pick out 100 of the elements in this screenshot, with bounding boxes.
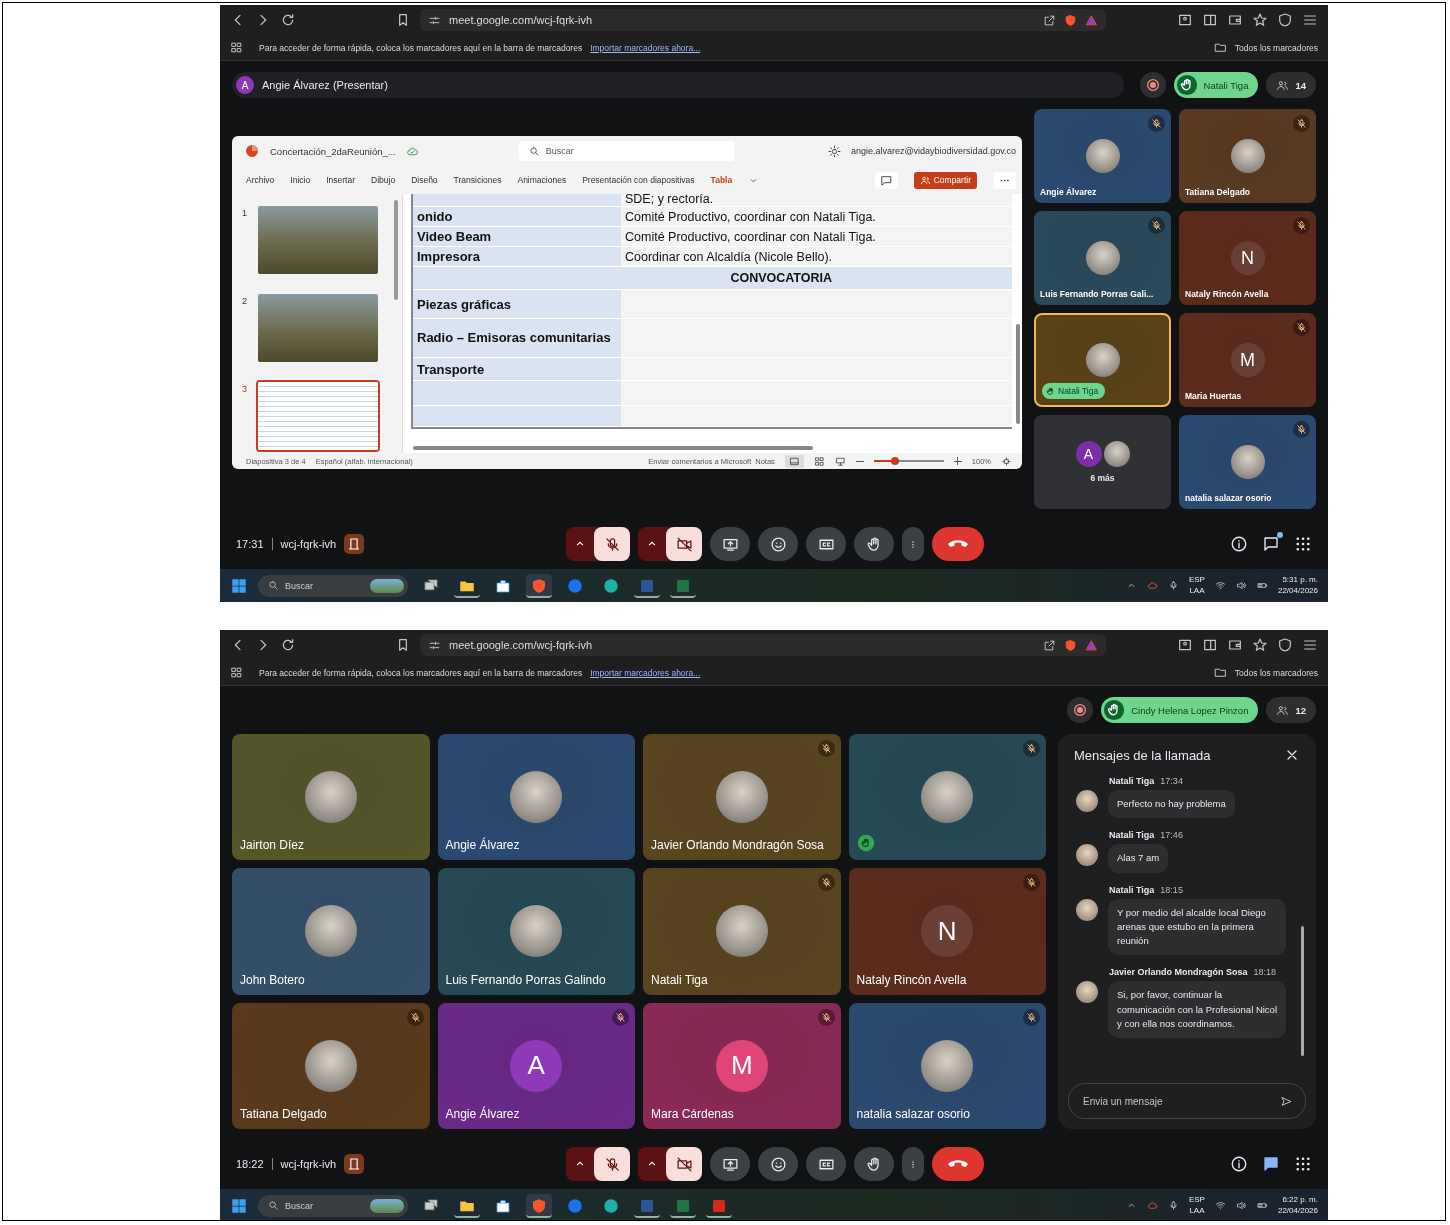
sparkle-icon[interactable] [1252,637,1268,653]
microphone-icon[interactable] [1167,1200,1179,1211]
cloud-icon[interactable] [1146,580,1158,591]
participant-tile[interactable]: N Nataly Rincón Avella [848,868,1046,995]
leave-call-button[interactable] [932,1147,984,1181]
apps-icon[interactable] [1294,535,1312,553]
clock-time[interactable]: 6:22 p. m. [1282,1195,1318,1206]
ribbon-tab[interactable]: Animaciones [517,175,567,185]
ribbon-tab[interactable]: Dibujo [371,175,396,185]
keyboard-region[interactable]: LAA [1189,585,1205,596]
windows-start-icon[interactable] [230,1196,248,1215]
microphone-button[interactable] [566,1147,630,1181]
participant-tile[interactable]: natalia salazar osorio [848,1002,1046,1129]
taskbar-app-icon[interactable] [526,573,552,598]
presenter-bar[interactable]: A Angie Álvarez (Presentar) [232,72,1124,98]
triangle-icon[interactable] [1085,638,1098,652]
sidebar-icon[interactable] [1202,12,1218,28]
import-bookmarks-link[interactable]: Importar marcadores ahora... [590,42,701,53]
grid-view-icon[interactable] [813,455,825,467]
battery-icon[interactable] [1256,580,1268,591]
slide-thumbnail[interactable] [256,204,380,276]
shield-icon[interactable] [1064,638,1077,652]
search-field[interactable]: Buscar [518,141,735,161]
camera-button[interactable] [638,1147,702,1181]
participant-tile[interactable]: M Mara Cárdenas [643,1002,841,1129]
ribbon-tab[interactable]: Tabla [710,175,733,185]
shield-icon[interactable] [1277,12,1293,28]
taskbar-search[interactable]: Buscar [258,1194,408,1217]
clock-date[interactable]: 22/04/2026 [1277,585,1318,596]
slide-thumbnail[interactable] [256,380,380,452]
present-button[interactable] [710,527,750,561]
raise-hand-button[interactable] [854,1147,894,1181]
participant-tile[interactable]: Tatiana Delgado [232,1002,430,1129]
ribbon-tab[interactable]: Transiciones [453,175,502,185]
ribbon-tab[interactable]: Inicio [290,175,311,185]
participant-tile[interactable]: Luis Fernando Porras Galindo [437,868,635,995]
info-icon[interactable] [1230,1155,1248,1173]
keyboard-language[interactable]: ESP [1188,1195,1205,1206]
participant-tile[interactable]: N Nataly Rincón Avella [1179,211,1316,305]
door-icon[interactable] [344,534,365,554]
record-button[interactable] [1067,697,1094,723]
account-email[interactable]: angie.alvarez@vidaybiodiversidad.gov.co [850,146,1016,156]
participant-tile[interactable]: natalia salazar osorio [1179,415,1316,509]
scrollbar[interactable] [413,446,813,450]
door-icon[interactable] [344,1154,365,1174]
import-bookmarks-link[interactable]: Importar marcadores ahora... [590,667,701,678]
keyboard-language[interactable]: ESP [1188,575,1205,586]
chat-button[interactable] [1262,1155,1280,1173]
comment-icon[interactable] [874,171,898,189]
participants-button[interactable]: 12 [1266,697,1316,723]
search-input[interactable]: Buscar [545,146,696,156]
shield-icon[interactable] [1277,637,1293,653]
ribbon-tab[interactable]: Diseño [411,175,438,185]
scrollbar[interactable] [394,200,398,300]
cloud-icon[interactable] [1146,1200,1158,1211]
menu-icon[interactable] [1302,12,1318,28]
all-bookmarks-label[interactable]: Todos los marcadores [1234,667,1318,678]
share-icon[interactable] [1043,13,1056,27]
taskbar-search[interactable]: Buscar [258,574,408,597]
keyboard-region[interactable]: LAA [1189,1205,1205,1216]
screenshot-icon[interactable] [1177,12,1193,28]
wifi-icon[interactable] [1214,1200,1226,1211]
captions-button[interactable] [806,1147,846,1181]
message-input[interactable]: Envia un mensaje [1068,1083,1306,1119]
ribbon-tab[interactable]: Presentación con diapositivas [582,175,695,185]
sidebar-icon[interactable] [1202,637,1218,653]
file-name[interactable]: Concertación_2daReunión_... [270,145,396,157]
participant-tile[interactable]: A Angie Álvarez [437,1002,635,1129]
present-button[interactable] [710,1147,750,1181]
address-bar[interactable]: meet.google.com/wcj-fqrk-ivh [420,9,1106,31]
wifi-icon[interactable] [1214,580,1226,591]
participant-tile[interactable]: Tatiana Delgado [1179,109,1316,203]
reload-icon[interactable] [280,637,296,653]
sparkle-icon[interactable] [1252,12,1268,28]
raise-hand-button[interactable] [854,527,894,561]
volume-icon[interactable] [1235,580,1247,591]
leave-call-button[interactable] [932,527,984,561]
microphone-icon[interactable] [1167,580,1179,591]
battery-icon[interactable] [1256,1200,1268,1211]
taskbar-app-icon[interactable] [526,1193,552,1218]
slide-thumbnail[interactable] [256,292,380,364]
share-icon[interactable] [1043,638,1056,652]
participant-tile[interactable]: Natali Tiga [643,868,841,995]
reload-icon[interactable] [280,12,296,28]
scrollbar[interactable] [1016,324,1020,424]
wallet-icon[interactable] [1227,12,1243,28]
participant-tile[interactable]: M Maria Huertas [1179,313,1316,407]
record-button[interactable] [1139,72,1166,98]
participant-tile[interactable]: Luis Fernando Porras Gali... [1034,211,1171,305]
chat-button[interactable] [1262,535,1280,553]
info-icon[interactable] [1230,535,1248,553]
apps-icon[interactable] [230,666,243,679]
participant-tile[interactable]: Natali Tiga [1034,313,1171,407]
presenter-view-icon[interactable] [834,455,846,467]
participant-tile[interactable]: John Botero [232,868,430,995]
wallet-icon[interactable] [1227,637,1243,653]
send-icon[interactable] [1280,1094,1293,1108]
apps-icon[interactable] [1294,1155,1312,1173]
menu-icon[interactable] [1302,637,1318,653]
scrollbar[interactable] [1301,926,1304,1056]
